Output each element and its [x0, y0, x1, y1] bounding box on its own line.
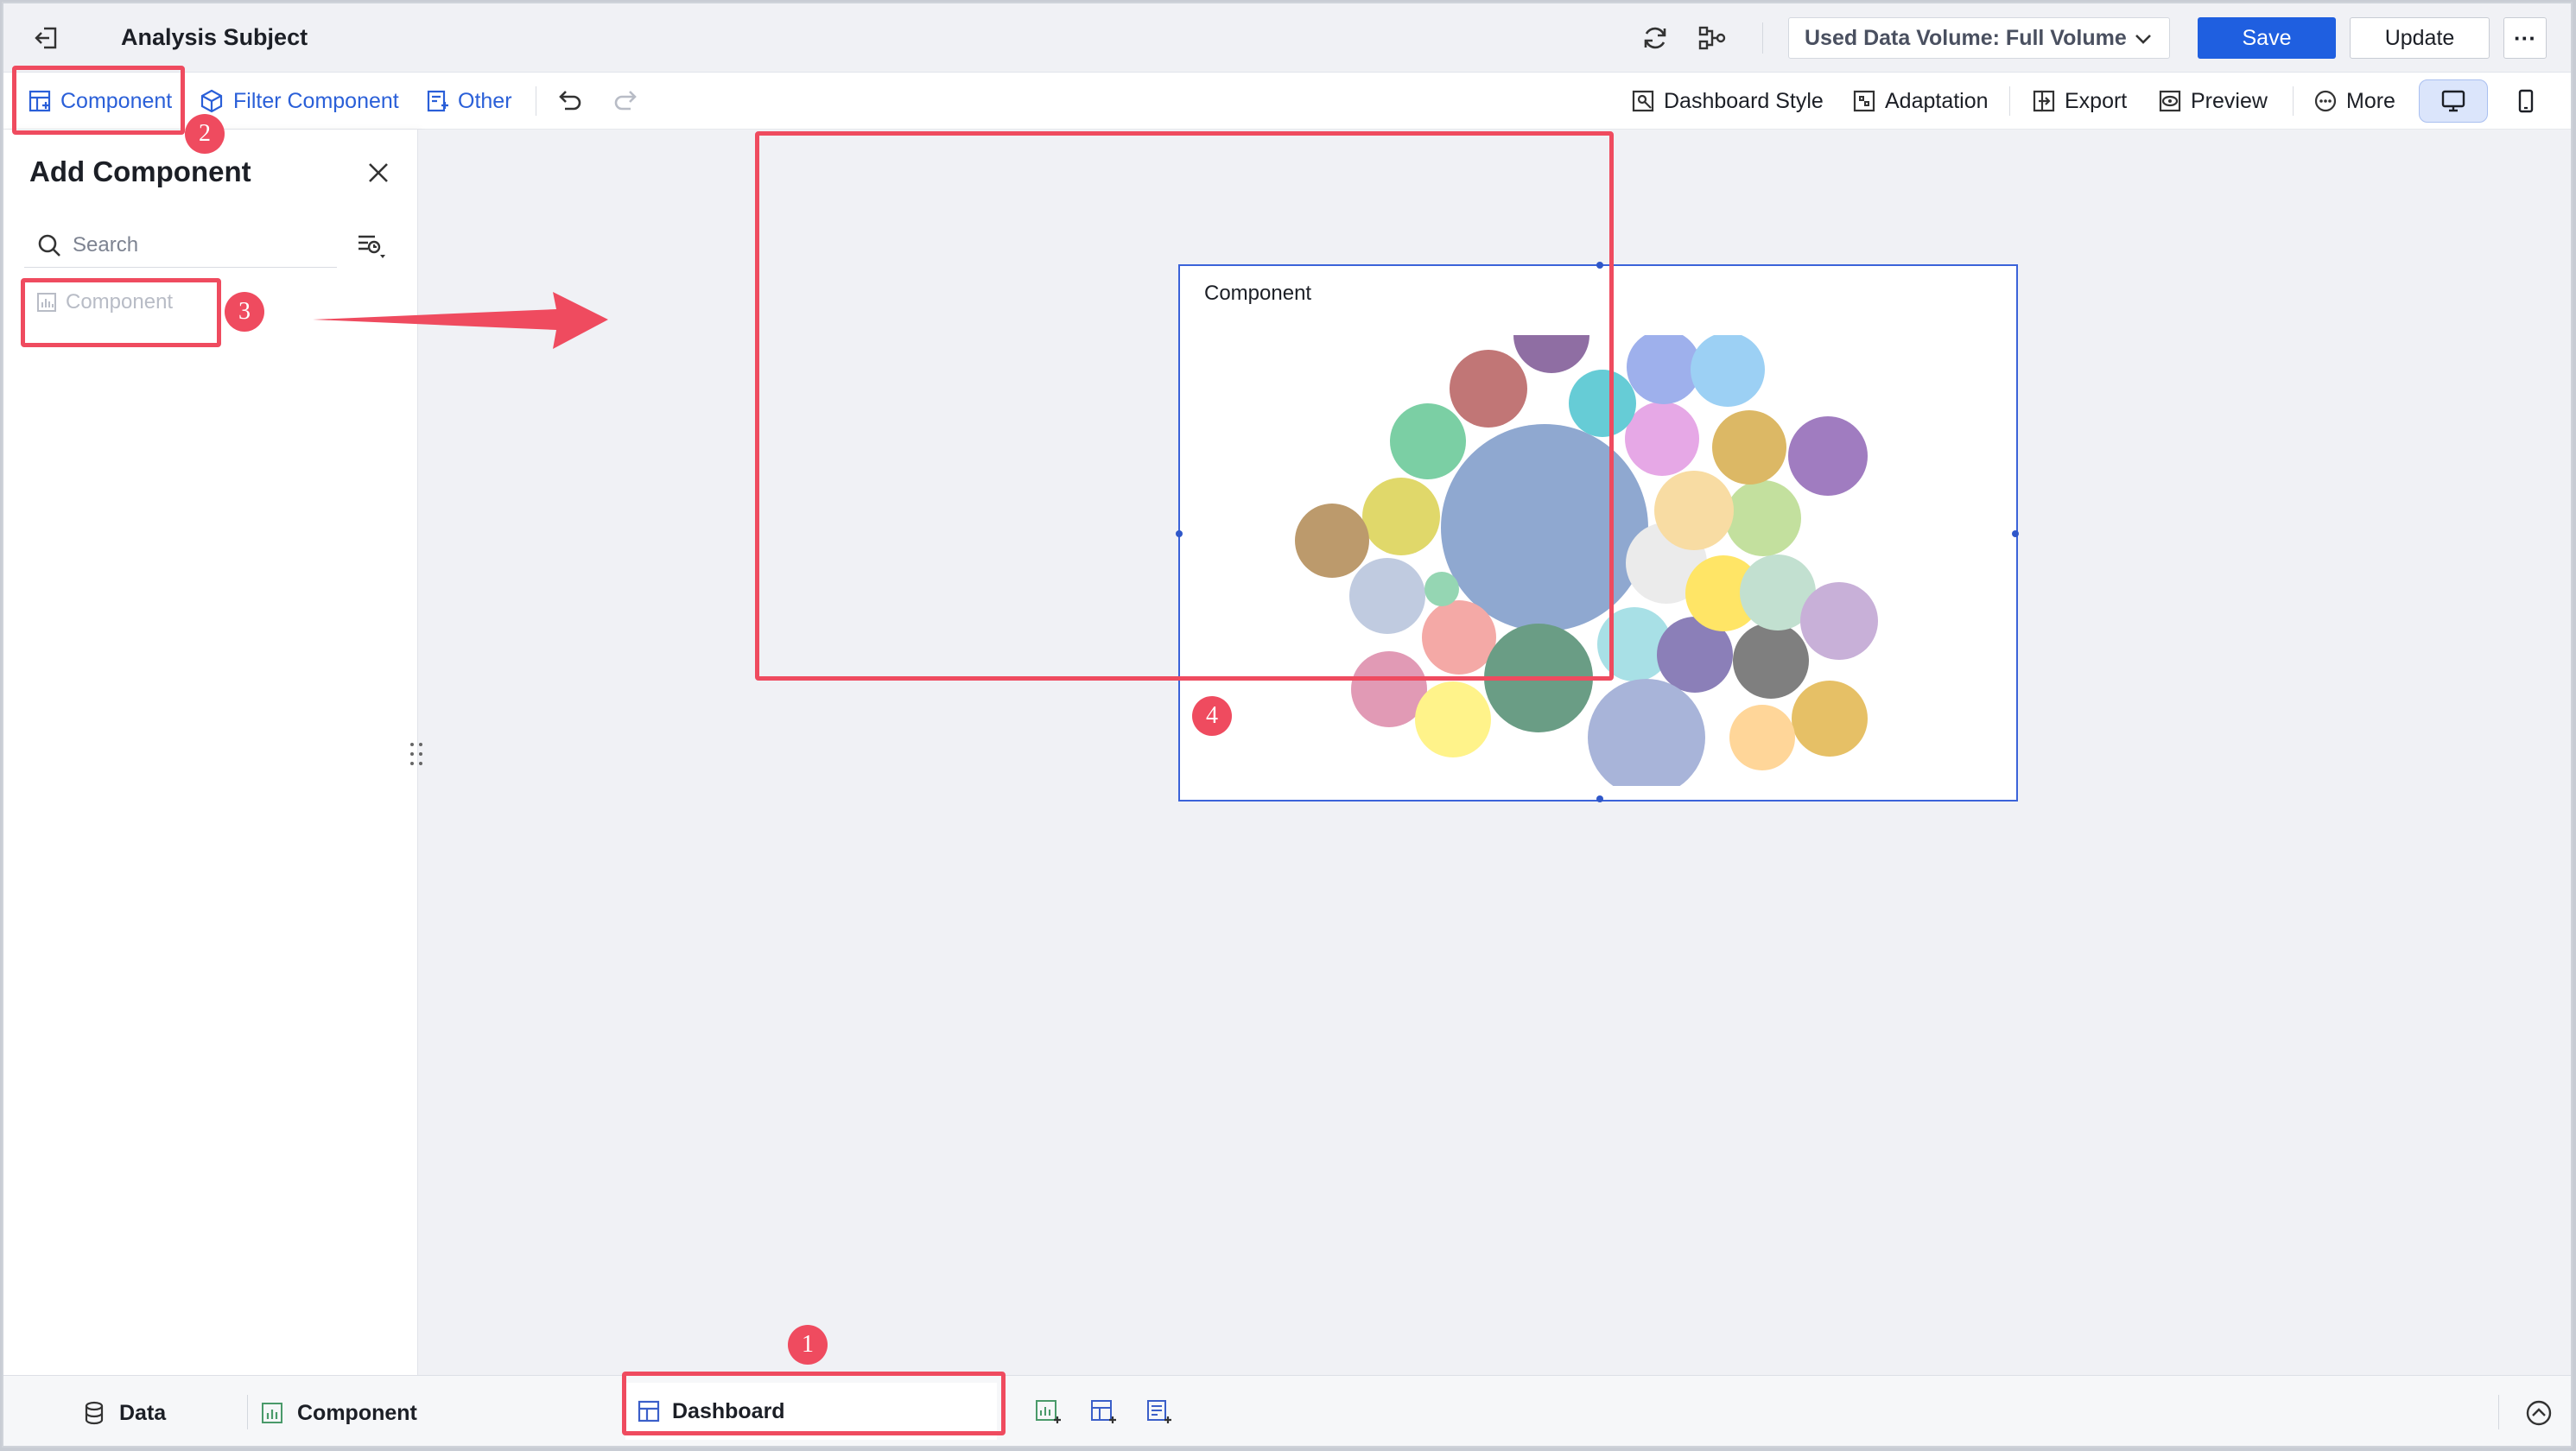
more-label: More [2346, 88, 2395, 113]
add-report-icon[interactable] [1140, 1393, 1178, 1431]
sort-filter-icon[interactable] [349, 226, 394, 266]
bottom-bar: Data Component Dashboard [3, 1375, 2571, 1446]
annotation-box-4 [755, 131, 1614, 681]
bubble[interactable] [1712, 410, 1786, 485]
desktop-view-button[interactable] [2419, 79, 2488, 123]
close-icon[interactable] [361, 155, 396, 190]
bubble[interactable] [1627, 330, 1701, 404]
filter-component-button[interactable]: Filter Component [199, 81, 399, 121]
export-button[interactable]: Export [2032, 81, 2127, 121]
annotation-number-4: 4 [1192, 696, 1232, 736]
bubble[interactable] [1729, 705, 1795, 770]
page-title: Analysis Subject [121, 24, 308, 50]
lineage-icon[interactable] [1695, 21, 1729, 55]
panel-title: Add Component [29, 155, 251, 187]
preview-icon [2159, 90, 2181, 112]
panel-resize-grip-icon[interactable] [406, 739, 427, 769]
bubble[interactable] [1725, 480, 1801, 556]
more-options-button[interactable]: ··· [2503, 17, 2547, 59]
save-button[interactable]: Save [2198, 17, 2336, 59]
annotation-box-3 [21, 278, 221, 347]
annotation-arrow [313, 292, 608, 349]
bubble[interactable] [1415, 681, 1491, 757]
toolbar: Component Filter Component Other Dashboa… [3, 73, 2571, 130]
exit-icon[interactable] [29, 21, 64, 55]
annotation-number-2: 2 [185, 114, 225, 154]
annotation-number-3: 3 [225, 292, 264, 332]
divider [247, 1395, 248, 1429]
top-bar: Analysis Subject Used Data Volume: Full … [3, 3, 2571, 73]
tab-data-label: Data [119, 1400, 167, 1425]
add-component-sheet-icon[interactable] [1030, 1393, 1068, 1431]
annotation-number-1: 1 [788, 1325, 828, 1365]
adaptation-button[interactable]: Adaptation [1852, 81, 1989, 121]
export-label: Export [2065, 88, 2128, 113]
other-tool-label: Other [458, 88, 512, 113]
preview-label: Preview [2191, 88, 2268, 113]
update-button[interactable]: Update [2350, 17, 2490, 59]
preview-button[interactable]: Preview [2158, 81, 2268, 121]
bubble[interactable] [1792, 681, 1868, 757]
collapse-up-icon[interactable] [2517, 1391, 2560, 1435]
search-box [24, 223, 337, 268]
chart-icon [262, 1403, 282, 1423]
more-icon [2314, 90, 2337, 112]
filter-cube-icon [200, 89, 223, 113]
chevron-down-icon [2133, 29, 2154, 55]
undo-icon[interactable] [556, 81, 584, 121]
dashboard-style-icon [1632, 90, 1654, 112]
bubble[interactable] [1800, 582, 1878, 660]
bubble[interactable] [1654, 471, 1734, 550]
annotation-box-1 [622, 1372, 1006, 1435]
app-window: Analysis Subject Used Data Volume: Full … [2, 2, 2573, 1448]
add-dashboard-icon[interactable] [1085, 1393, 1123, 1431]
adaptation-icon [1853, 90, 1875, 112]
tab-component[interactable]: Component [261, 1393, 417, 1433]
data-volume-label: Used Data Volume: Full Volume [1805, 25, 2127, 50]
dashboard-style-button[interactable]: Dashboard Style [1631, 81, 1824, 121]
filter-component-label: Filter Component [233, 88, 399, 113]
bubble[interactable] [1691, 333, 1765, 407]
refresh-icon[interactable] [1638, 21, 1672, 55]
tab-component-label: Component [297, 1400, 417, 1425]
tab-data[interactable]: Data [83, 1393, 166, 1433]
resize-handle-bottom[interactable] [1596, 795, 1603, 802]
annotation-box-2 [12, 66, 185, 135]
divider [2009, 86, 2010, 116]
bubble[interactable] [1588, 679, 1705, 796]
divider [2293, 86, 2294, 116]
more-button[interactable]: More [2313, 81, 2395, 121]
phone-icon [2518, 89, 2534, 113]
other-tool-button[interactable]: Other [425, 81, 512, 121]
other-icon [427, 90, 448, 112]
search-icon [38, 234, 60, 257]
bubble[interactable] [1788, 416, 1868, 496]
dashboard-style-label: Dashboard Style [1664, 88, 1824, 113]
search-input[interactable] [73, 232, 323, 257]
data-volume-select[interactable]: Used Data Volume: Full Volume [1788, 17, 2170, 59]
divider [1762, 22, 1763, 54]
monitor-icon [2441, 90, 2465, 112]
mobile-view-button[interactable] [2491, 79, 2560, 123]
bubble[interactable] [1625, 402, 1699, 476]
resize-handle-right[interactable] [2012, 530, 2019, 537]
adaptation-label: Adaptation [1885, 88, 1989, 113]
bubble[interactable] [1733, 623, 1809, 699]
database-icon [85, 1401, 104, 1425]
redo-icon[interactable] [612, 81, 639, 121]
divider [2498, 1395, 2499, 1429]
export-icon [2033, 90, 2055, 112]
